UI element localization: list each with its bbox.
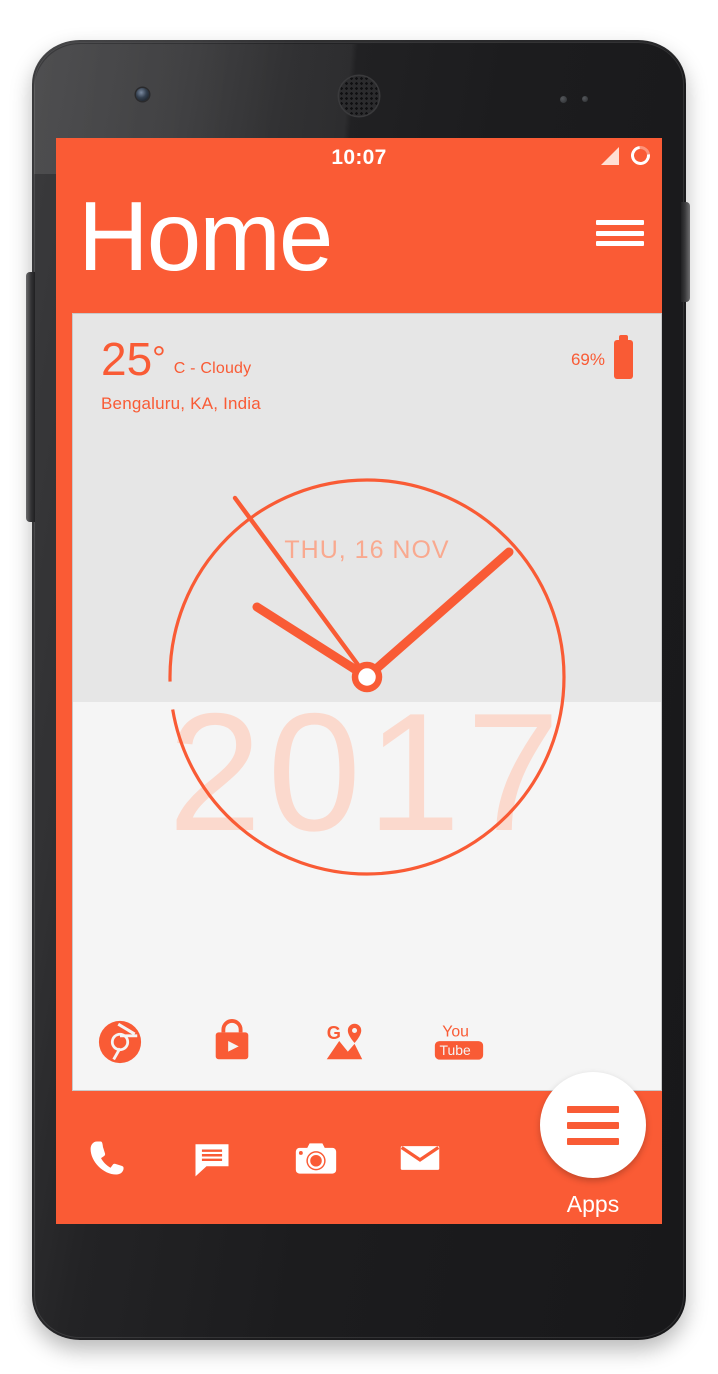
phone-icon: [90, 1141, 124, 1174]
battery-percent: 69%: [570, 349, 605, 369]
camera-icon: [295, 1142, 337, 1174]
clock-minute-hand: [362, 547, 514, 682]
battery-full-icon: [614, 335, 633, 379]
earpiece-speaker-icon: [339, 76, 379, 116]
weather-degree-symbol: °: [152, 340, 166, 378]
clock-hour-hand: [252, 602, 372, 682]
messages-icon: [195, 1143, 229, 1176]
svg-text:G: G: [327, 1023, 341, 1043]
clock-date-label: THU, 16 NOV: [284, 536, 450, 564]
dock-item-camera[interactable]: Camera: [294, 1136, 338, 1180]
power-button[interactable]: [681, 202, 690, 302]
shortcut-maps[interactable]: Maps G: [321, 1019, 367, 1065]
weather-temperature: 25: [101, 333, 153, 385]
proximity-sensor-icon: [560, 96, 600, 103]
shortcut-play-store[interactable]: Play Store: [209, 1019, 255, 1065]
analog-clock-widget[interactable]: 2017 THU, 16 NOV: [73, 452, 661, 1032]
battery-ring-icon: [627, 142, 654, 169]
shortcut-youtube[interactable]: You Tube You Tube: [433, 1019, 485, 1065]
shortcut-chrome[interactable]: Chrome: [97, 1019, 143, 1065]
email-icon: [400, 1145, 440, 1170]
front-camera-icon: [136, 88, 149, 101]
volume-rocker-button[interactable]: [26, 272, 35, 522]
clock-face-svg: [168, 478, 566, 876]
weather-condition: C - Cloudy: [173, 360, 252, 377]
apps-drawer-button[interactable]: [540, 1072, 646, 1178]
status-bar-clock: 10:07: [331, 146, 387, 169]
dock-item-phone[interactable]: Phone: [86, 1136, 130, 1180]
chrome-icon: [98, 1020, 142, 1064]
signal-icon: [601, 146, 619, 165]
weather-temperature-row: 25 ° C - Cloudy: [101, 336, 251, 382]
dock-item-email[interactable]: Email: [398, 1136, 442, 1180]
youtube-icon: You Tube: [434, 1023, 484, 1060]
apps-drawer-label: Apps: [566, 1191, 620, 1217]
dock-item-messages[interactable]: Messages: [190, 1136, 234, 1180]
page-title: Home: [78, 181, 333, 291]
weather-location: Bengaluru, KA, India: [101, 394, 261, 413]
weather-widget[interactable]: 25 ° C - Cloudy Bengaluru, KA, India 69%: [73, 314, 661, 452]
svg-text:You: You: [442, 1023, 469, 1040]
clock-center-hub: [351, 661, 383, 693]
hamburger-menu-icon[interactable]: [596, 216, 644, 250]
phone-screen: 10:07 Home 25 ° C - Cloudy Bengaluru, KA…: [56, 138, 662, 1224]
widget-panel: 25 ° C - Cloudy Bengaluru, KA, India 69%…: [72, 313, 662, 1091]
status-bar: 10:07: [56, 138, 662, 178]
status-bar-icons: [601, 142, 654, 169]
clock-second-hand: [232, 495, 370, 680]
battery-readout: 69%: [570, 335, 633, 379]
maps-icon: G: [326, 1023, 363, 1060]
svg-text:Tube: Tube: [440, 1042, 471, 1058]
play-store-icon: [215, 1019, 249, 1060]
